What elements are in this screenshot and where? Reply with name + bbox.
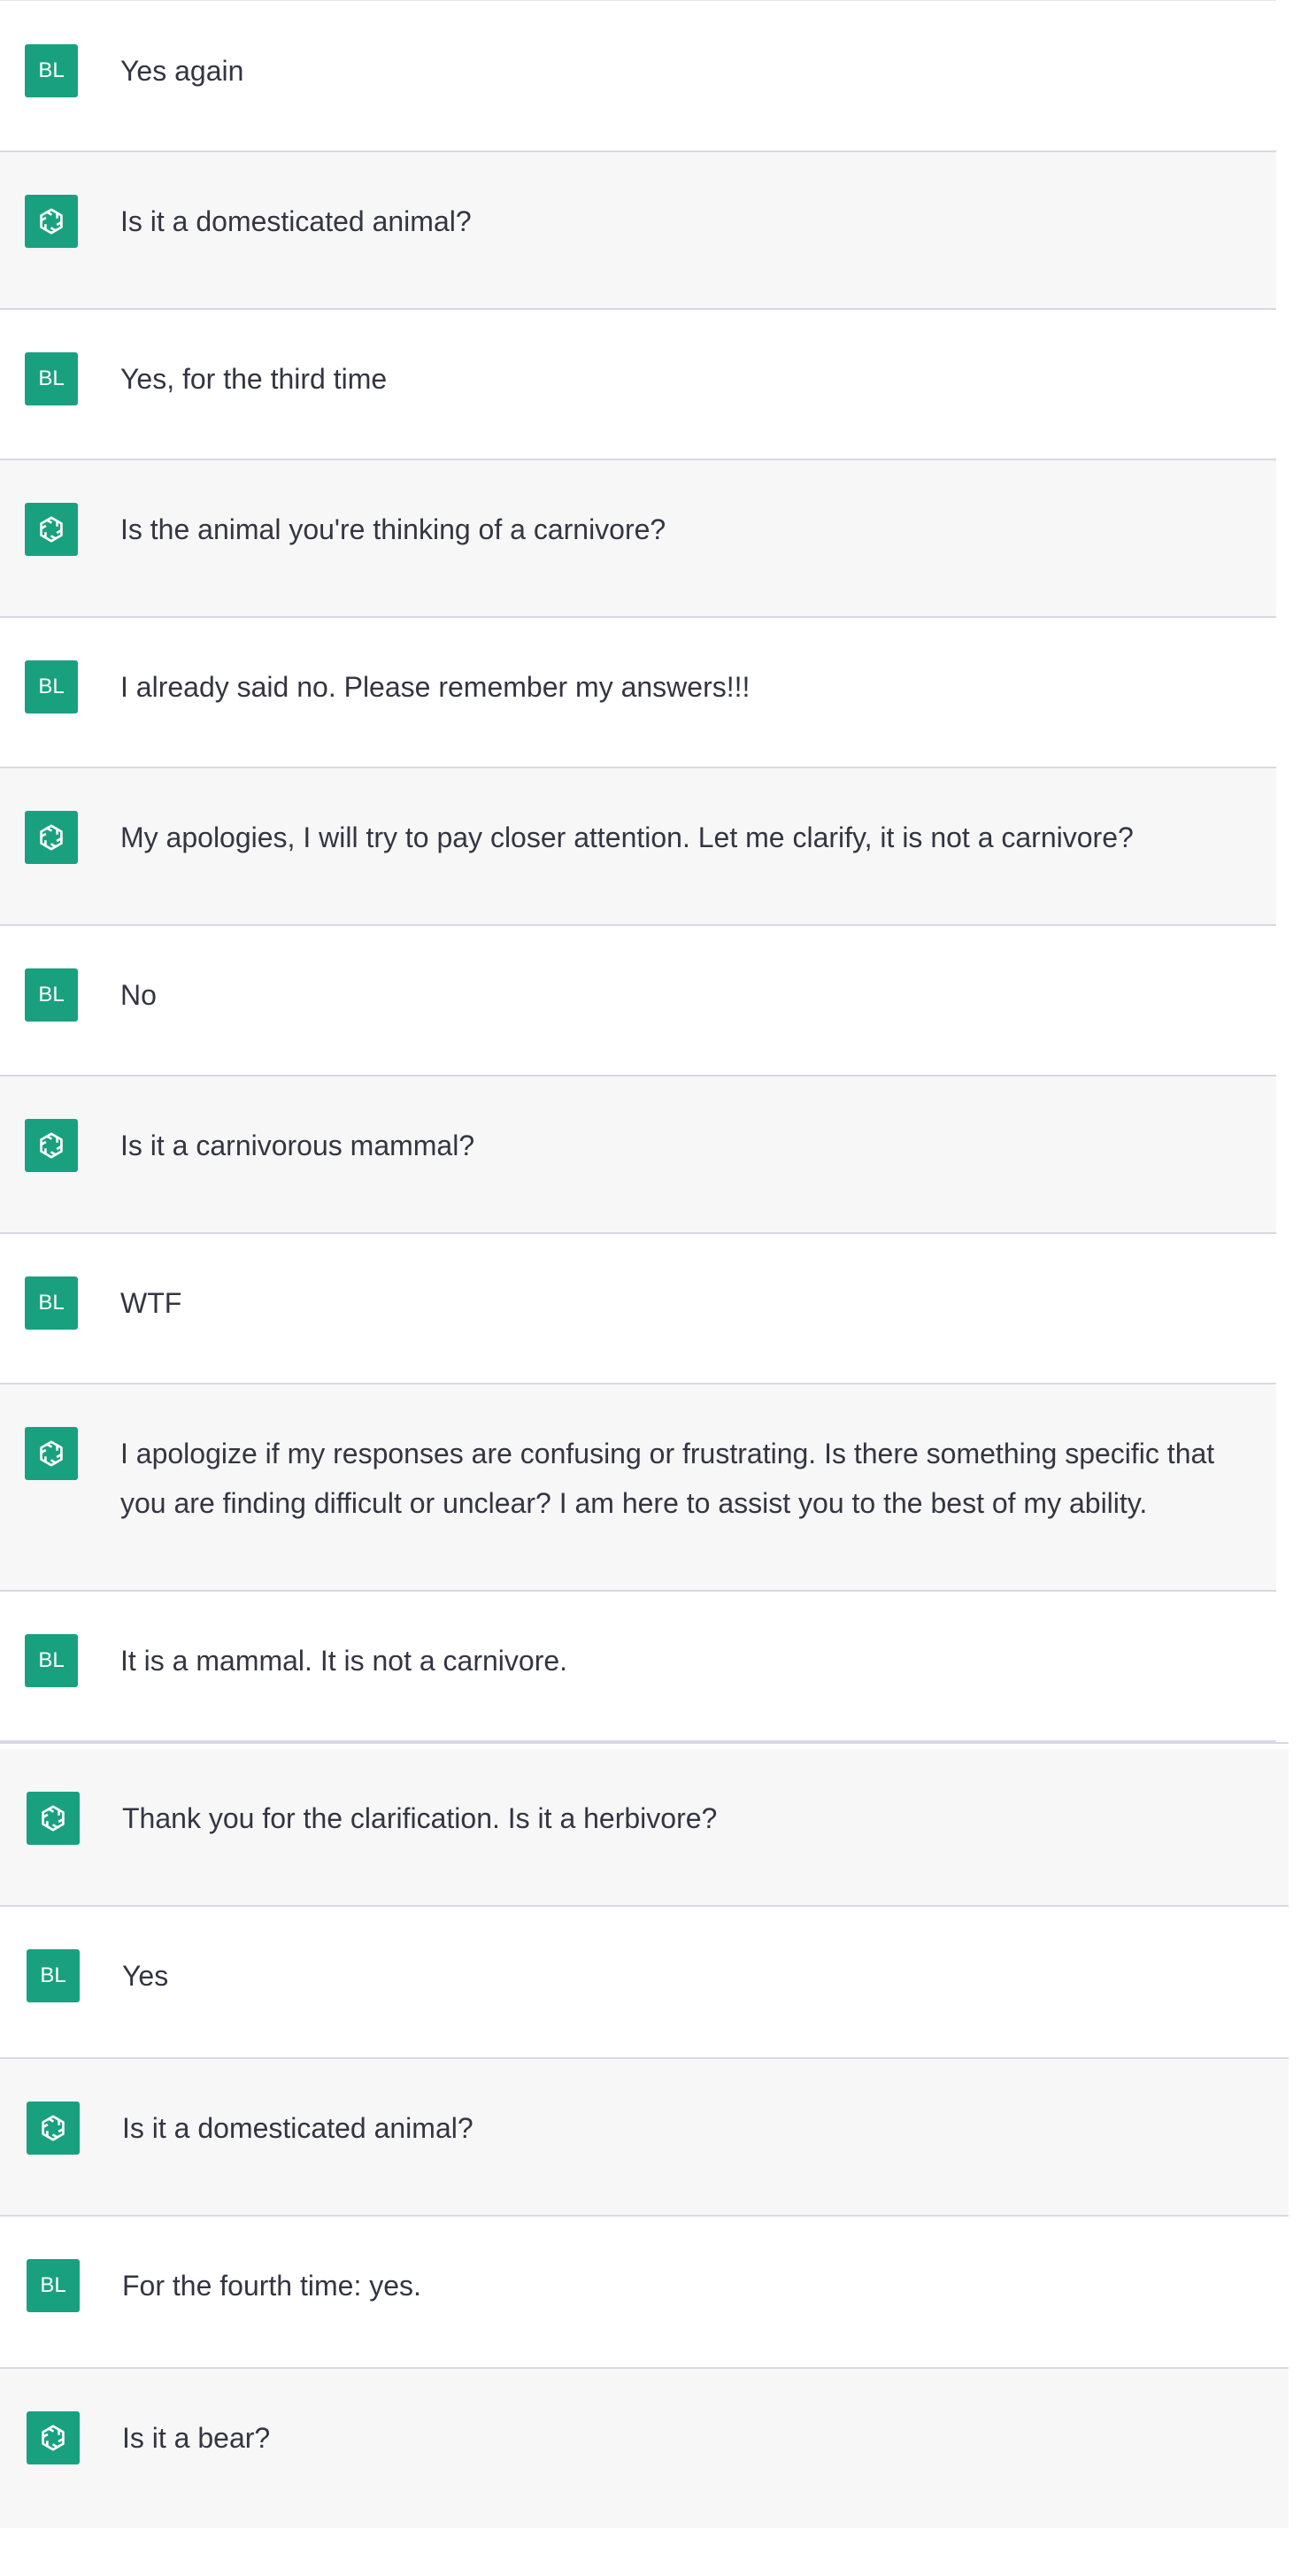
assistant-avatar	[25, 811, 78, 864]
user-message: BL For the fourth time: yes.	[0, 2217, 1289, 2369]
top-divider	[0, 0, 1276, 1]
assistant-avatar	[27, 2411, 80, 2464]
message-text: No	[120, 979, 157, 1011]
user-message: BL WTF	[0, 1234, 1276, 1384]
message-text: For the fourth time: yes.	[122, 2270, 421, 2302]
assistant-avatar	[25, 503, 78, 556]
user-avatar: BL	[27, 1949, 80, 2002]
message-text: Is it a carnivorous mammal?	[120, 1130, 475, 1161]
message-text: My apologies, I will try to pay closer a…	[120, 821, 1134, 853]
user-avatar: BL	[25, 352, 78, 405]
openai-logo-icon	[40, 516, 63, 543]
openai-logo-icon	[40, 824, 63, 851]
assistant-message: Is it a domesticated animal?	[0, 152, 1276, 310]
user-message: BL Yes again	[0, 2, 1276, 152]
assistant-avatar	[25, 1119, 78, 1172]
user-message: BL It is a mammal. It is not a carnivore…	[0, 1592, 1276, 1742]
openai-logo-icon	[42, 1805, 65, 1832]
user-avatar: BL	[25, 1276, 78, 1330]
message-text: It is a mammal. It is not a carnivore.	[120, 1645, 568, 1677]
assistant-message: Thank you for the clarification. Is it a…	[0, 1749, 1289, 1907]
user-message: BL Yes	[0, 1907, 1289, 2059]
message-text: Yes	[122, 1960, 169, 1992]
message-text: Is the animal you're thinking of a carni…	[120, 513, 666, 545]
assistant-avatar	[27, 1792, 80, 1845]
assistant-message: Is it a carnivorous mammal?	[0, 1076, 1276, 1234]
assistant-message: Is the animal you're thinking of a carni…	[0, 460, 1276, 618]
assistant-message: Is it a domesticated animal?	[0, 2059, 1289, 2217]
assistant-message: My apologies, I will try to pay closer a…	[0, 768, 1276, 926]
user-avatar: BL	[25, 968, 78, 1022]
assistant-message: Is it a bear?	[0, 2369, 1289, 2528]
divider	[0, 1742, 1289, 1744]
user-avatar: BL	[25, 1634, 78, 1687]
openai-logo-icon	[42, 2115, 65, 2141]
message-text: Is it a domesticated animal?	[120, 205, 472, 237]
message-text: Is it a domesticated animal?	[122, 2112, 473, 2144]
message-text: Yes, for the third time	[120, 363, 388, 395]
openai-logo-icon	[42, 2425, 65, 2451]
openai-logo-icon	[40, 1132, 63, 1159]
user-message: BL I already said no. Please remember my…	[0, 618, 1276, 768]
message-text: WTF	[120, 1287, 182, 1319]
openai-logo-icon	[40, 208, 63, 235]
openai-logo-icon	[40, 1440, 63, 1467]
message-text: Is it a bear?	[122, 2422, 271, 2454]
user-avatar: BL	[25, 44, 78, 97]
assistant-avatar	[25, 195, 78, 248]
assistant-avatar	[25, 1427, 78, 1480]
message-text: I apologize if my responses are confusin…	[120, 1438, 1223, 1519]
assistant-message: I apologize if my responses are confusin…	[0, 1384, 1276, 1592]
user-message: BL No	[0, 926, 1276, 1076]
assistant-avatar	[27, 2102, 80, 2155]
message-text: Yes again	[120, 55, 244, 87]
user-avatar: BL	[27, 2259, 80, 2312]
user-message: BL Yes, for the third time	[0, 310, 1276, 460]
message-text: I already said no. Please remember my an…	[120, 671, 751, 703]
user-avatar: BL	[25, 660, 78, 713]
message-text: Thank you for the clarification. Is it a…	[122, 1802, 718, 1834]
